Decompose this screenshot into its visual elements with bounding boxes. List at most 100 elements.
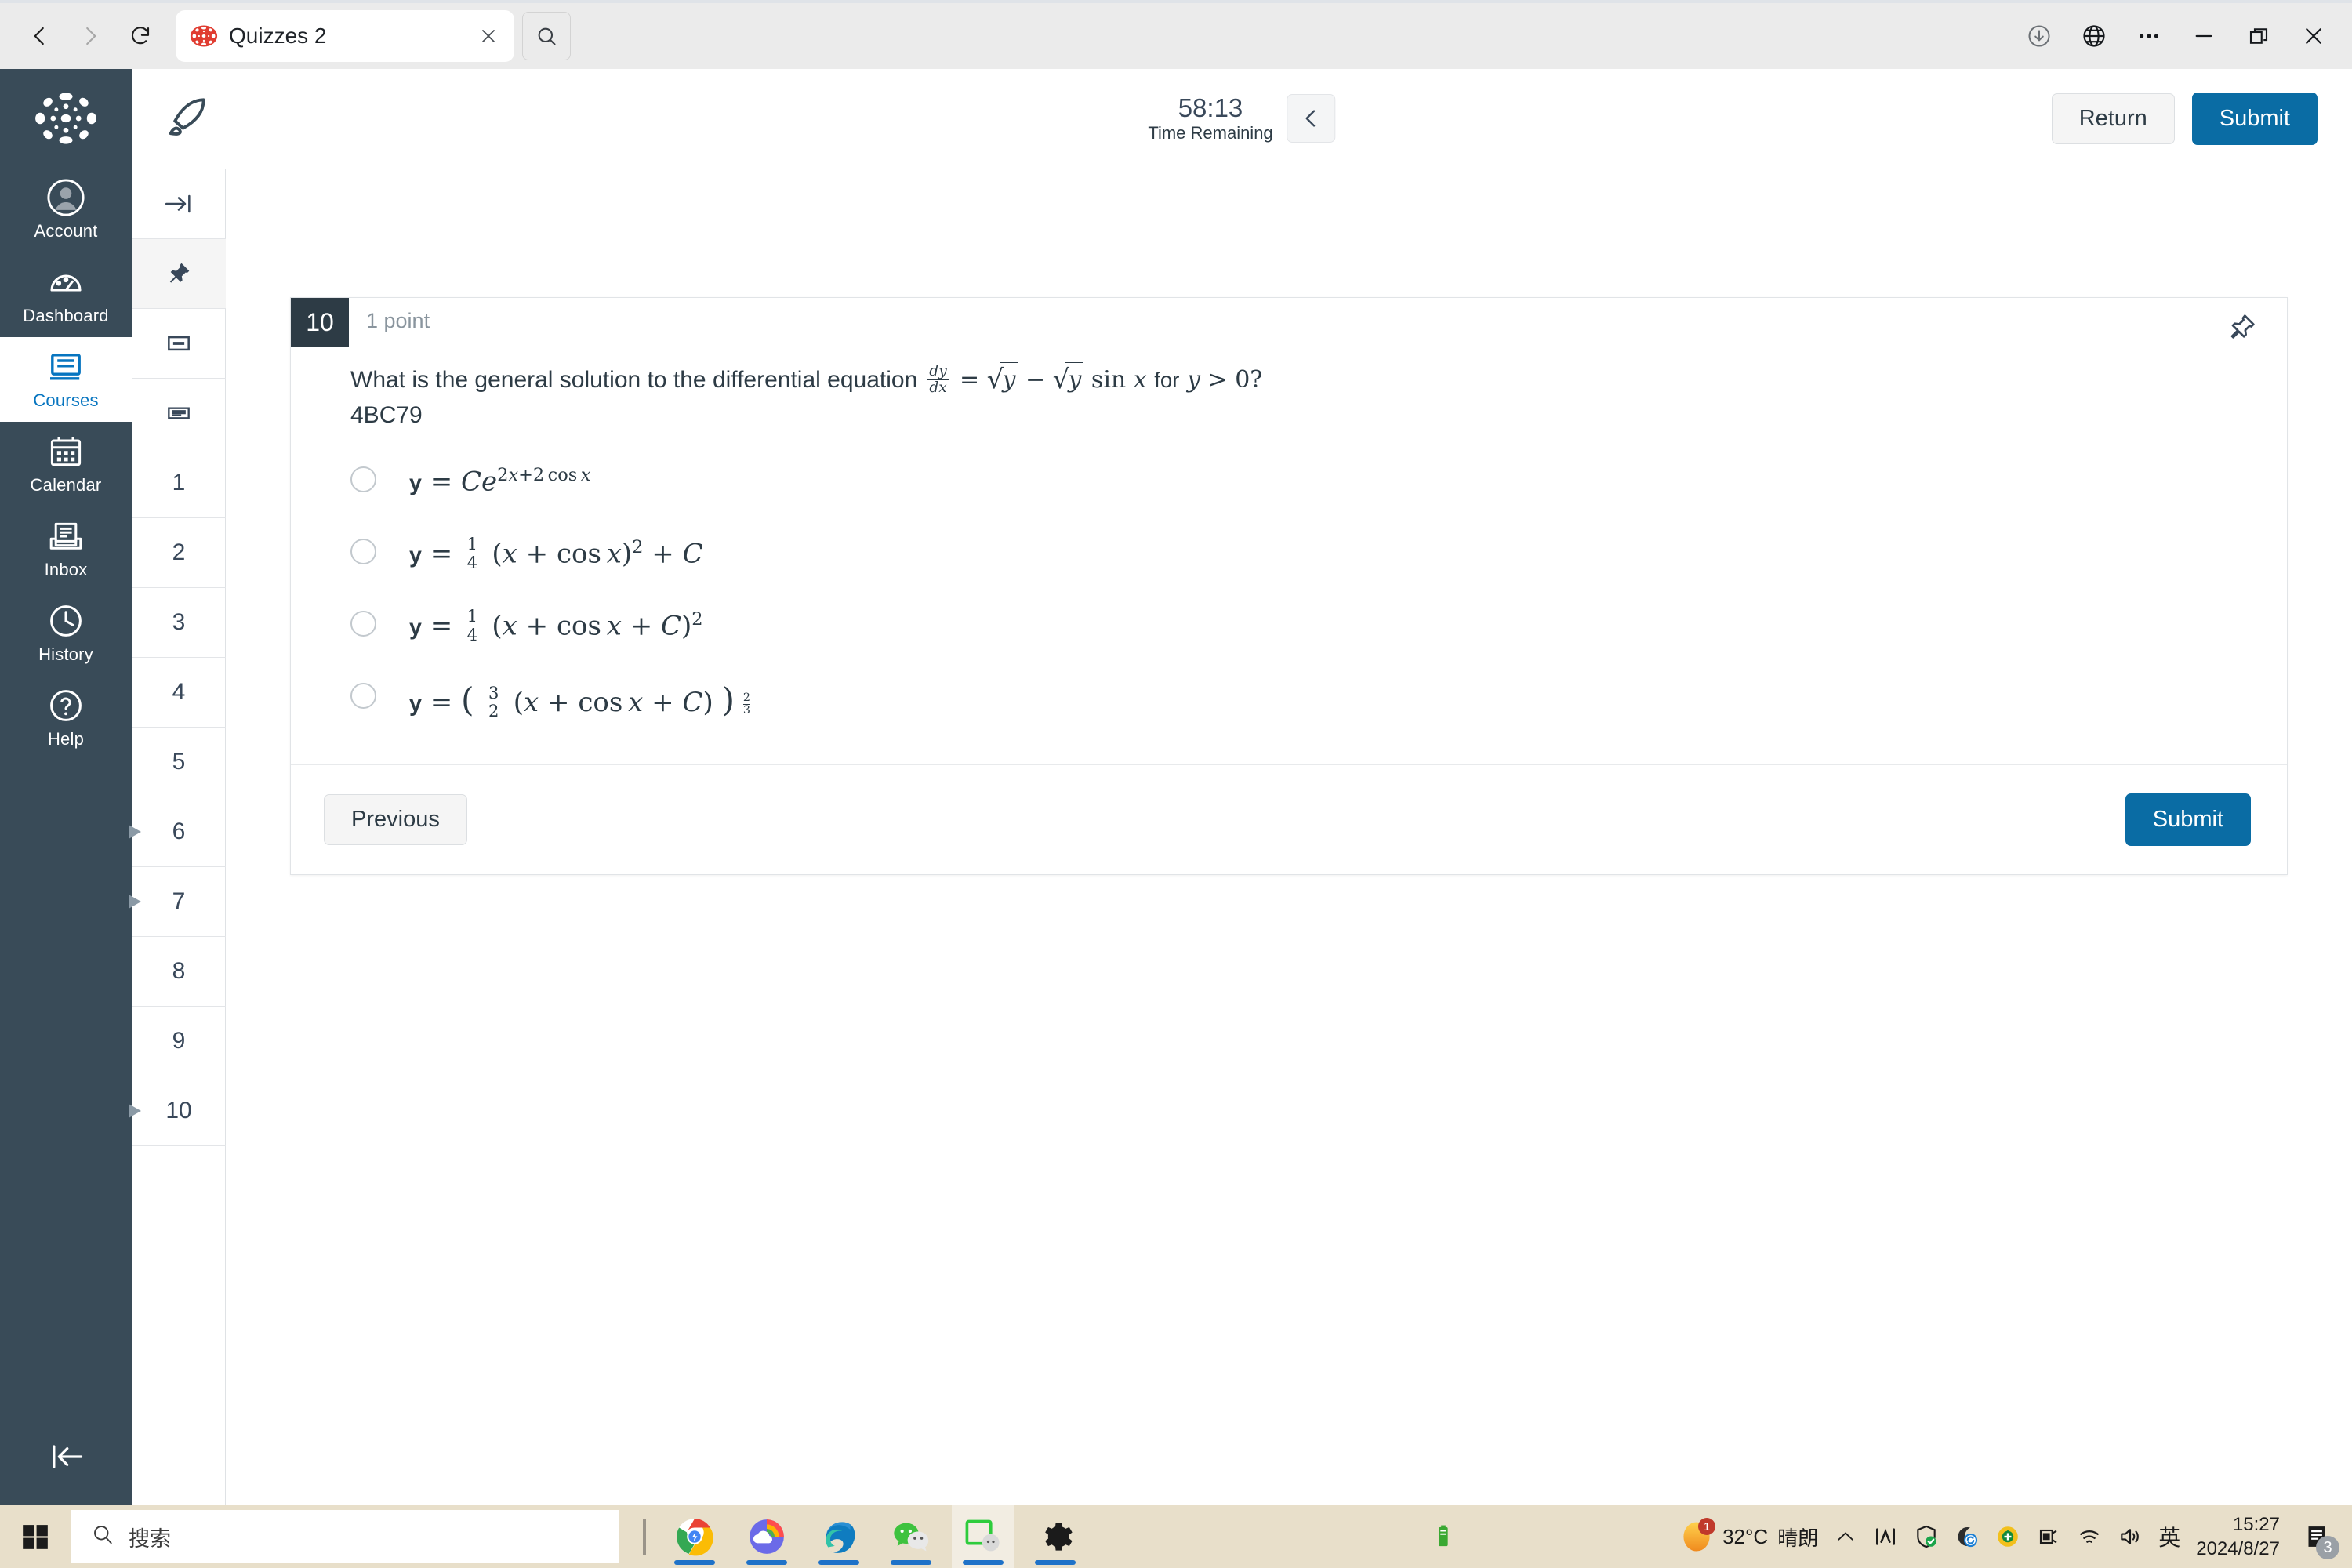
back-button[interactable] [17,13,63,59]
radio-button-d[interactable] [350,682,376,709]
question-circle-icon [47,685,85,726]
windows-start-icon[interactable] [0,1505,71,1568]
settings-gear-icon[interactable] [1024,1505,1087,1568]
question-points: 1 point [366,309,430,332]
taskbar-clock[interactable]: 15:27 2024/8/27 [2196,1512,2280,1561]
more-options-icon[interactable] [2125,12,2173,60]
sidebar-item-label: Courses [33,390,99,410]
sidebar-item-dashboard[interactable]: Dashboard [0,252,132,337]
tab-title: Quizzes 2 [229,24,327,48]
question-nav-item-10[interactable]: 10 [129,1076,226,1146]
radio-button-b[interactable] [350,538,376,564]
quiz-content-area: 10 1 point What is the general solution … [227,169,2352,1505]
sidebar-item-courses[interactable]: Courses [0,337,132,422]
rocket-icon[interactable] [165,94,210,143]
sidebar-item-account[interactable]: Account [0,168,132,252]
radio-button-a[interactable] [350,466,376,492]
notifications-icon[interactable]: 3 [2296,1515,2339,1559]
volume-icon[interactable] [2118,1524,2143,1549]
question-nav-item-6[interactable]: 6 [129,797,226,867]
question-nav-item-2[interactable]: 2 [132,518,226,588]
question-nav-label: 9 [172,1028,186,1054]
running-indicator [818,1560,859,1565]
update-circle-icon[interactable] [1995,1524,2020,1549]
question-nav-item-3[interactable]: 3 [132,588,226,658]
clock-icon [47,601,85,641]
edge-icon[interactable] [808,1505,870,1568]
question-nav-item-9[interactable]: 9 [132,1007,226,1076]
browser-tab[interactable]: Quizzes 2 [176,10,514,62]
running-indicator [674,1560,715,1565]
close-icon[interactable] [475,23,502,49]
taskbar-search-box[interactable]: 搜索 [71,1510,619,1563]
canvas-logo[interactable] [31,83,101,154]
submit-button-footer[interactable]: Submit [2125,793,2251,846]
restore-icon[interactable] [2234,12,2283,60]
running-indicator [1035,1560,1076,1565]
reload-button[interactable] [118,13,163,59]
question-number-badge: 10 [291,298,349,347]
globe-icon[interactable] [2070,12,2118,60]
network-meter-icon[interactable] [1873,1524,1898,1549]
battery-green-icon[interactable] [1416,1523,1471,1550]
previous-button[interactable]: Previous [324,793,467,845]
question-navigation-rail: 1 2 3 4 5 6 7 8 9 10 [129,169,226,1505]
question-nav-item-5[interactable]: 5 [132,728,226,797]
question-nav-item-1[interactable]: 1 [132,448,226,518]
forward-button[interactable] [67,13,113,59]
chevron-left-icon[interactable] [1287,94,1336,143]
question-nav-item-7[interactable]: 7 [129,867,226,937]
answer-option-b[interactable]: y = 14 (x + cos x)2 + C [350,528,2287,600]
sidebar-item-inbox[interactable]: Inbox [0,506,132,591]
sidebar-item-help[interactable]: Help [0,676,132,760]
onedrive-rainbow-icon[interactable] [735,1505,798,1568]
weather-widget[interactable]: 1 32°C 晴朗 [1680,1518,1818,1553]
submit-button-header[interactable]: Submit [2191,93,2318,145]
timer-label: Time Remaining [1148,122,1273,143]
sync-icon[interactable] [1955,1524,1980,1549]
answer-option-d[interactable]: y = ( 32 (x + cos x + C) ) 23 [350,672,2287,744]
pin-icon[interactable] [132,239,226,309]
wechat-icon[interactable] [880,1505,942,1568]
clock-time: 15:27 [2232,1513,2280,1535]
answer-option-a[interactable]: y = Ce2x+2 cos x [350,456,2287,528]
pin-icon[interactable] [2226,312,2257,347]
sidebar-item-calendar[interactable]: Calendar [0,422,132,506]
sidebar-item-label: History [38,644,93,664]
clock-date: 2024/8/27 [2196,1538,2280,1559]
expand-right-icon[interactable] [132,169,226,239]
plug-icon[interactable] [2036,1524,2061,1549]
sidebar-item-label: Inbox [44,560,88,579]
answer-option-c[interactable]: y = 14 (x + cos x + C)2 [350,600,2287,672]
notes-icon[interactable] [132,379,226,448]
ime-indicator[interactable]: 英 [2158,1521,2180,1552]
screenshot-tool-icon[interactable] [952,1505,1014,1568]
question-nav-item-8[interactable]: 8 [132,937,226,1007]
quiz-header-actions: Return Submit [2051,93,2352,145]
collapse-left-icon[interactable] [0,1436,132,1477]
radio-button-c[interactable] [350,610,376,637]
browser-nav-buttons [0,13,163,59]
question-nav-label: 7 [172,888,186,914]
wifi-icon[interactable] [2077,1524,2102,1549]
download-icon[interactable] [2015,12,2063,60]
courses-book-icon [47,347,85,387]
calculator-icon[interactable] [132,309,226,379]
sidebar-item-label: Help [47,729,85,749]
timer-value: 58:13 [1178,93,1243,123]
question-nav-item-4[interactable]: 4 [132,658,226,728]
security-shield-icon[interactable] [1914,1524,1939,1549]
close-window-icon[interactable] [2289,12,2338,60]
browser-chrome: Quizzes 2 [0,0,2352,69]
question-nav-label: 6 [172,818,186,844]
taskbar-divider [643,1519,646,1555]
sidebar-item-history[interactable]: History [0,591,132,676]
chevron-up-icon[interactable] [1834,1525,1857,1548]
answer-option-d-text: y = ( 32 (x + cos x + C) ) 23 [409,681,750,721]
answer-option-a-text: y = Ce2x+2 cos x [409,464,591,497]
minimize-icon[interactable] [2180,12,2228,60]
return-button[interactable]: Return [2051,93,2175,144]
search-icon[interactable] [522,12,571,60]
sidebar-item-label: Dashboard [23,306,109,325]
chrome-icon[interactable] [663,1505,726,1568]
